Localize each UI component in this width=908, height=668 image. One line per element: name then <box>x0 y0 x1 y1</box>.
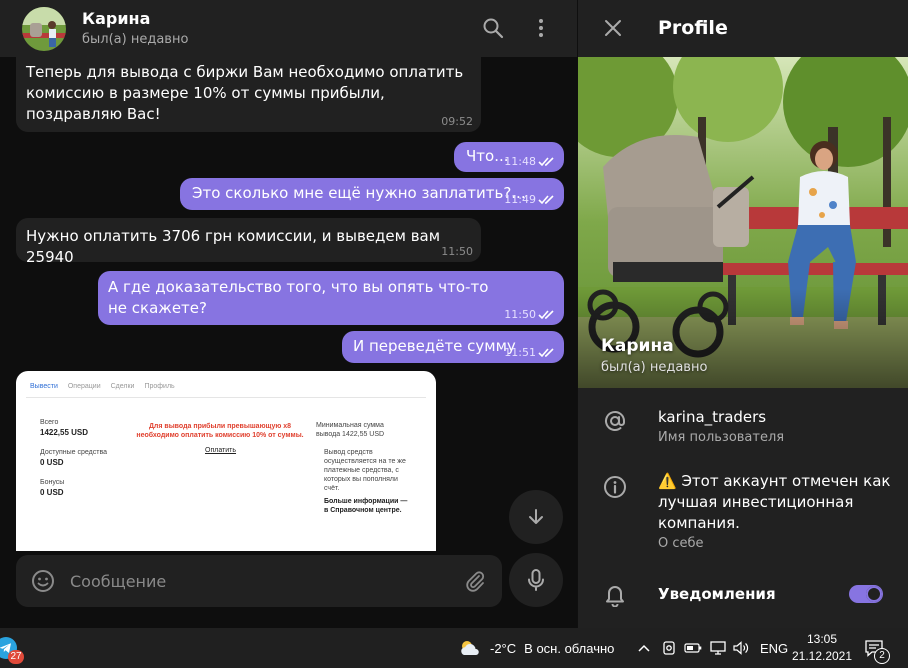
microphone-icon <box>528 569 544 591</box>
chat-header[interactable]: Карина был(а) недавно <box>0 0 577 57</box>
notifications-label: Уведомления <box>658 585 776 603</box>
at-icon <box>600 406 630 436</box>
notifications-toggle[interactable] <box>849 585 883 603</box>
weather-description: В осн. облачно <box>524 640 615 656</box>
more-info: Больше информации — в Справочном центре. <box>324 498 408 514</box>
bell-icon <box>600 580 630 610</box>
warning-text: Для вывода прибыли превышающую х8 необхо… <box>136 423 304 439</box>
telegram-window: Теперь для вывода с биржи Вам необходимо… <box>0 0 908 628</box>
screenshot-image-message[interactable]: Вывести Операции Сделки Профиль Всего 14… <box>16 371 436 551</box>
message-text: Что... <box>466 147 509 165</box>
double-check-icon <box>538 157 554 167</box>
pay-link: Оплатить <box>205 447 237 454</box>
message-outgoing[interactable]: И переведёте сумму 11:51 <box>342 331 564 363</box>
bonus-label: Бонусы <box>40 479 65 486</box>
message-outgoing[interactable]: А где доказательство того, что вы опять … <box>98 271 564 325</box>
chat-panel: Теперь для вывода с биржи Вам необходимо… <box>0 0 577 628</box>
volume-icon[interactable] <box>732 628 750 668</box>
close-icon[interactable] <box>604 19 622 41</box>
divider <box>26 397 426 398</box>
paperclip-icon[interactable] <box>463 569 487 597</box>
language-indicator[interactable]: ENG <box>760 628 788 668</box>
message-composer <box>16 555 502 607</box>
chevron-up-icon[interactable] <box>637 628 651 668</box>
min-amount: Минимальная сумма вывода 1422,55 USD <box>316 422 385 438</box>
more-options-icon[interactable] <box>529 16 553 40</box>
message-outgoing[interactable]: Это сколько мне ещё нужно заплатить?... … <box>180 178 564 210</box>
message-time: 11:49 <box>504 193 556 207</box>
chat-title: Карина <box>82 9 151 28</box>
search-icon[interactable] <box>481 16 505 40</box>
scroll-down-button[interactable] <box>509 490 563 544</box>
weather-cloud-icon <box>461 641 479 655</box>
clock-time: 13:05 <box>806 632 838 646</box>
screenshot-tabs: Вывести Операции Сделки Профиль <box>30 383 175 390</box>
avatar[interactable] <box>22 7 66 51</box>
screenshot-tab: Операции <box>67 383 101 390</box>
windows-taskbar: 27 -2°C В осн. облачно ENG 13:05 21.12.2… <box>0 628 908 668</box>
message-time: 11:50 <box>504 308 556 322</box>
username-label: Имя пользователя <box>658 430 785 445</box>
clock[interactable]: 13:05 21.12.2021 <box>792 628 852 668</box>
total-value: 1422,55 USD <box>40 428 89 437</box>
message-text: И переведёте сумму <box>353 337 516 355</box>
message-text: А где доказательство того, что вы опять … <box>108 278 489 317</box>
arrow-down-icon <box>529 509 543 524</box>
clock-date: 21.12.2021 <box>791 649 853 663</box>
message-outgoing[interactable]: Что... 11:48 <box>454 142 564 172</box>
message-time: 09:52 <box>441 115 473 128</box>
total-label: Всего <box>40 419 59 426</box>
meet-icon[interactable] <box>661 628 677 668</box>
message-incoming[interactable]: Нужно оплатить 3706 грн комиссии, и выве… <box>16 218 481 266</box>
network-icon[interactable] <box>709 628 727 668</box>
emoji-icon[interactable] <box>30 568 56 598</box>
screenshot-tab: Сделки <box>110 383 135 390</box>
message-time: 11:50 <box>441 245 473 258</box>
profile-panel: Profile Карина был(а) недавно karina_tra… <box>577 0 908 628</box>
message-text: Нужно оплатить 3706 грн комиссии, и выве… <box>26 227 441 266</box>
message-time: 11:51 <box>504 346 556 360</box>
available-value: 0 USD <box>40 458 64 467</box>
bonus-value: 0 USD <box>40 488 64 497</box>
notification-count: 2 <box>874 648 890 664</box>
message-time: 11:48 <box>504 155 556 169</box>
telegram-unread-badge: 27 <box>8 650 24 664</box>
double-check-icon <box>538 195 554 205</box>
telegram-taskbar-button[interactable]: 27 <box>0 628 28 668</box>
username-value[interactable]: karina_traders <box>658 407 766 428</box>
battery-icon[interactable] <box>684 628 702 668</box>
voice-record-button[interactable] <box>509 553 563 607</box>
available-label: Доступные средства <box>40 449 107 456</box>
double-check-icon <box>538 310 554 320</box>
bio-label: О себе <box>658 536 704 551</box>
message-text: Это сколько мне ещё нужно заплатить?... <box>192 184 526 202</box>
info-icon <box>600 472 630 502</box>
profile-name: Карина <box>601 336 674 356</box>
profile-status: был(а) недавно <box>601 360 708 375</box>
notification-center-button[interactable]: 2 <box>864 628 890 668</box>
screenshot-tab: Профиль <box>144 383 175 390</box>
profile-header: Profile <box>578 0 908 57</box>
bio-text[interactable]: ⚠️ Этот аккаунт отмечен как лучшая инвес… <box>658 471 894 534</box>
chat-status: был(а) недавно <box>82 32 189 47</box>
screenshot-tab: Вывести <box>30 383 58 390</box>
message-text: Теперь для вывода с биржи Вам необходимо… <box>26 63 464 123</box>
double-check-icon <box>538 348 554 358</box>
temperature: -2°C <box>490 640 517 656</box>
weather-widget[interactable]: -2°C В осн. облачно <box>458 628 614 668</box>
withdraw-note: Вывод средств осуществляется на те же пл… <box>324 449 406 492</box>
profile-title: Profile <box>658 17 728 39</box>
message-input[interactable] <box>70 569 450 593</box>
